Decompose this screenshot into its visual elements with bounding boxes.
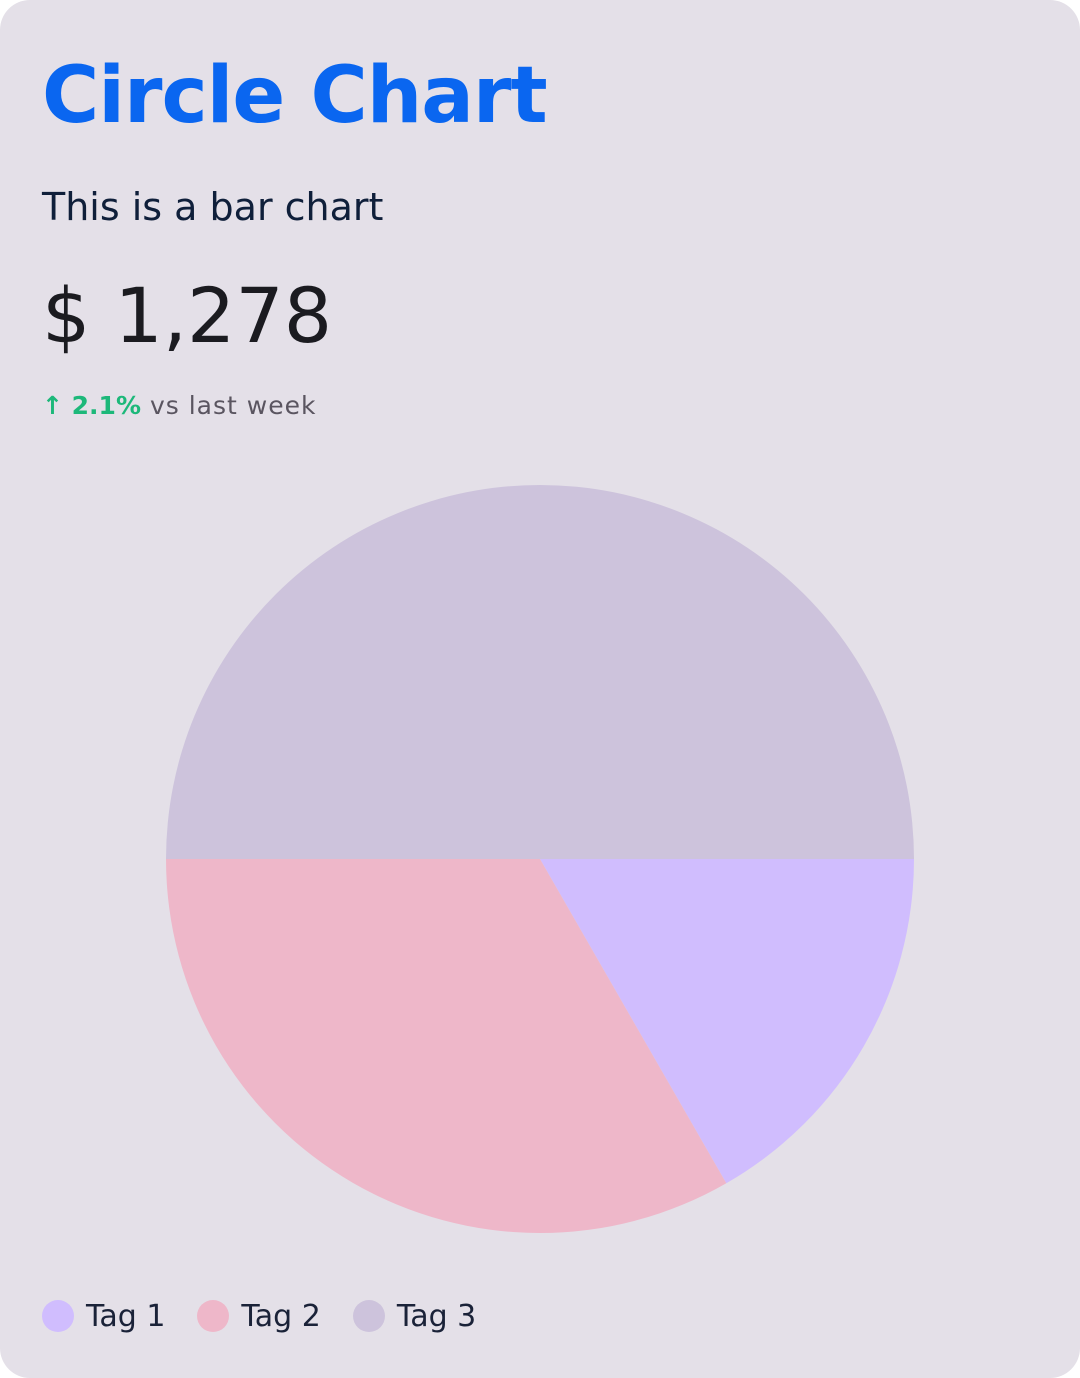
legend-item-tag-2[interactable]: Tag 2 xyxy=(197,1298,321,1334)
legend-swatch xyxy=(42,1300,74,1332)
chart-title: Circle Chart xyxy=(42,51,548,141)
change-percent: ↑ 2.1% xyxy=(42,391,141,420)
chart-legend: Tag 1 Tag 2 Tag 3 xyxy=(42,1292,508,1340)
legend-item-tag-1[interactable]: Tag 1 xyxy=(42,1299,165,1334)
change-indicator: ↑ 2.1% vs last week xyxy=(42,388,316,424)
legend-label: Tag 3 xyxy=(396,1298,477,1334)
legend-swatch xyxy=(352,1300,385,1332)
legend-swatch xyxy=(197,1300,230,1332)
total-amount: $ 1,278 xyxy=(42,271,333,360)
pie-slice-tag-3[interactable] xyxy=(166,485,914,859)
legend-label: Tag 1 xyxy=(86,1298,166,1334)
legend-item-tag-3[interactable]: Tag 3 xyxy=(352,1298,477,1334)
chart-subtitle: This is a bar chart xyxy=(42,185,384,229)
chart-card: Circle Chart This is a bar chart $ 1,278… xyxy=(0,0,1080,1378)
change-caption: vs last week xyxy=(141,391,317,420)
legend-label: Tag 2 xyxy=(241,1298,321,1334)
